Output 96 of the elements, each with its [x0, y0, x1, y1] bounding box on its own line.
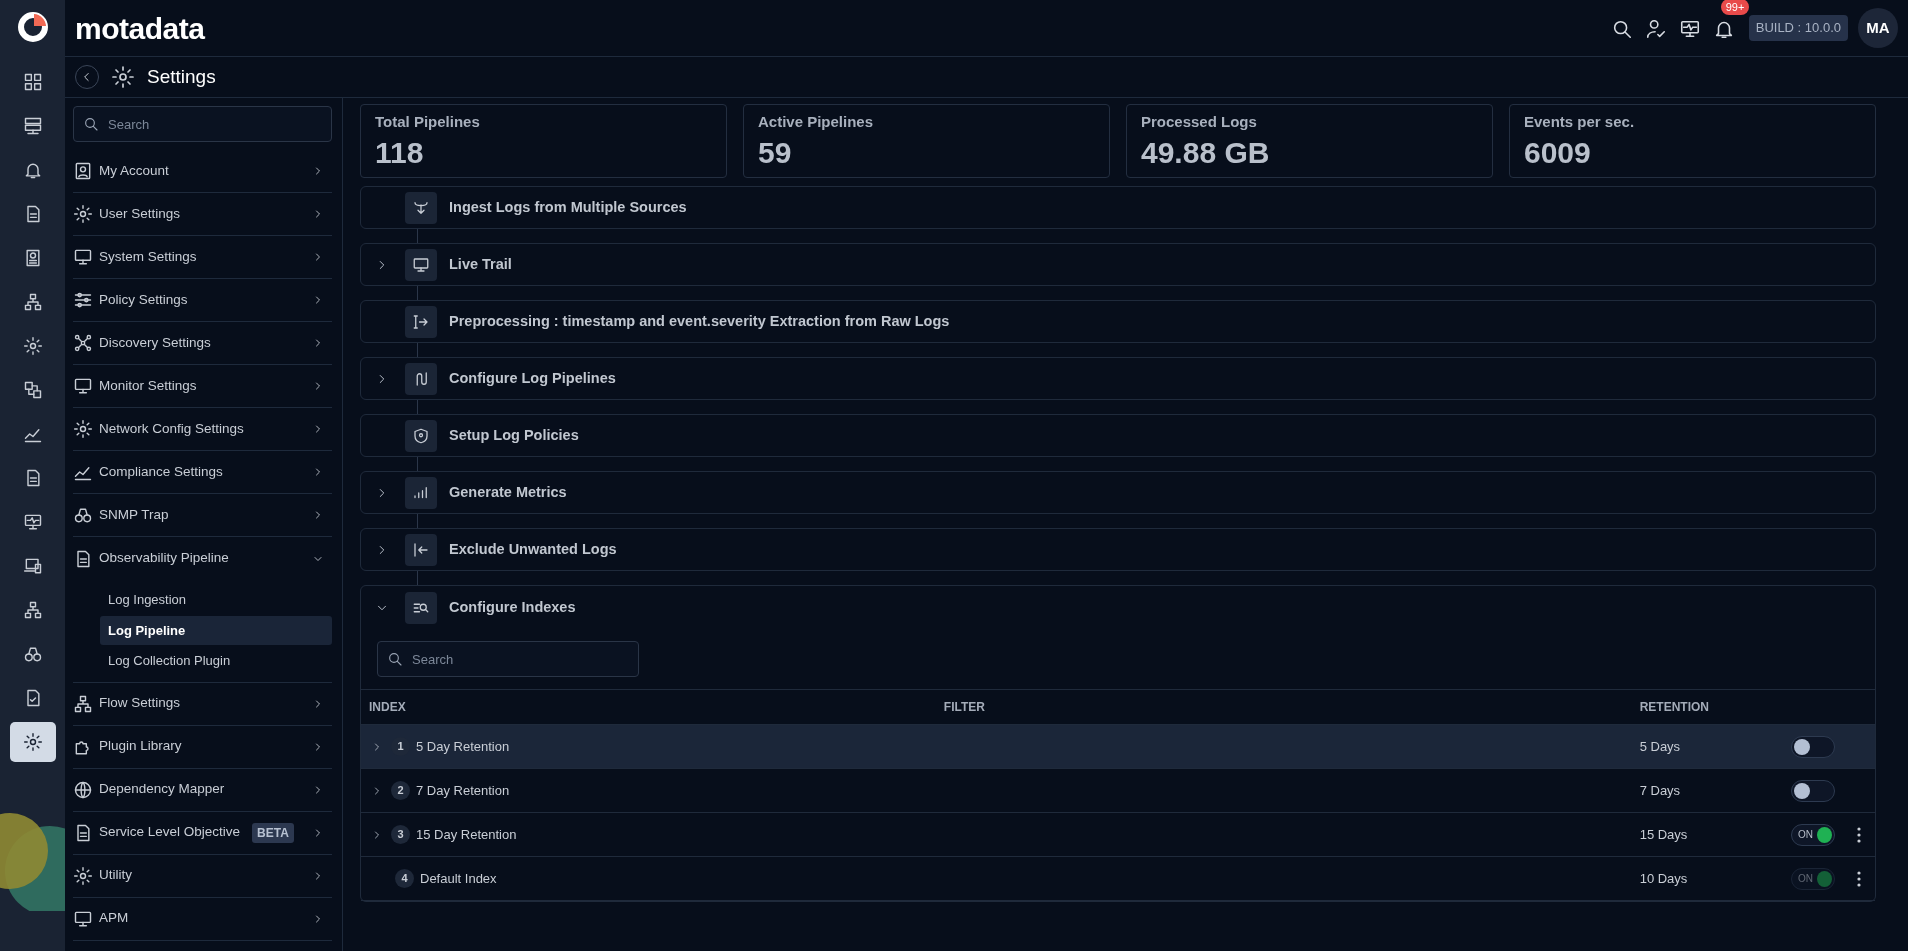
stat-label: Active Pipelines [758, 112, 875, 132]
gear-icon [73, 204, 93, 224]
stat-value: 59 [758, 134, 793, 171]
toggle-switch[interactable] [1791, 779, 1835, 802]
beta-badge: BETA [252, 822, 294, 843]
sidebar-item[interactable]: Service Level Objective BETA [73, 811, 332, 855]
notification-count: 99+ [1720, 0, 1750, 15]
shield-icon [412, 426, 430, 445]
brand-logo: motadata [75, 10, 205, 47]
sidebar-item[interactable]: Plugin Library [73, 725, 332, 769]
search-icon [387, 651, 403, 667]
retention-value: 5 Days [1639, 738, 1681, 754]
sidebar-item[interactable]: Network Config Settings [73, 408, 332, 451]
rail-nav-button[interactable] [9, 722, 56, 762]
index-number: 3 [391, 825, 410, 844]
hierarchy-icon [22, 292, 43, 312]
step-title: Configure Indexes [449, 597, 576, 617]
hierarchy-icon [22, 600, 43, 620]
logo-icon [15, 10, 50, 44]
sidebar-item[interactable]: Flow Settings [73, 682, 332, 726]
binoculars-icon [73, 505, 93, 525]
step-title: Exclude Unwanted Logs [449, 539, 617, 559]
stat-value: 6009 [1524, 134, 1592, 171]
table-row[interactable]: 1 5 Day Retention 5 Days [361, 724, 1875, 769]
sidebar-item[interactable]: Policy Settings [73, 279, 332, 322]
retention-value: 10 Days [1639, 870, 1688, 886]
sliders-icon [73, 290, 93, 310]
flow-icon [22, 380, 43, 400]
table-row[interactable]: 2 7 Day Retention 7 Days [361, 768, 1875, 813]
search-icon [83, 116, 99, 132]
build-version: BUILD : 10.0.0 [1748, 15, 1848, 41]
step-title: Preprocessing : timestamp and event.severity Extraction from Raw Logs [449, 311, 950, 331]
index-name: 15 Day Retention [416, 825, 517, 844]
search-field[interactable]: Search [73, 106, 332, 142]
index-number: 2 [391, 781, 410, 800]
gear-icon [111, 65, 135, 89]
column-header: FILTER [935, 689, 1632, 725]
step-title: Live Trail [449, 254, 512, 274]
stat-value: 118 [375, 134, 425, 171]
search-field[interactable]: Search [377, 641, 639, 677]
user-avatar[interactable]: MA [1858, 8, 1898, 48]
sidebar-item[interactable]: Utility [73, 854, 332, 898]
grid-icon [22, 72, 43, 92]
hierarchy-icon [73, 693, 93, 714]
globe-icon [73, 779, 93, 800]
retention-value: 7 Days [1639, 782, 1681, 798]
step-title: Setup Log Policies [449, 425, 579, 445]
gear-icon [22, 732, 43, 752]
kebab-icon [1857, 827, 1861, 844]
index-name: Default Index [420, 869, 497, 888]
stat-label: Events per sec. [1524, 112, 1636, 132]
toggle-switch[interactable]: ON [1791, 823, 1835, 846]
gear-icon [73, 865, 93, 886]
network-icon [73, 333, 93, 353]
column-header: RETENTION [1631, 689, 1783, 725]
monitor-pulse-icon [22, 512, 43, 532]
sidebar-item[interactable]: Observability Pipeline [73, 537, 332, 580]
table-row[interactable]: 3 15 Day Retention 15 Days ON [361, 812, 1875, 857]
devices-icon [22, 556, 43, 576]
toggle-switch[interactable] [1791, 735, 1835, 758]
page-title: Settings [147, 64, 216, 89]
sidebar-subitem[interactable]: Log Collection Plugin [100, 646, 332, 676]
retention-value: 15 Days [1639, 826, 1688, 842]
sidebar-item[interactable]: Compliance Settings [73, 451, 332, 494]
sidebar-subitem[interactable]: Log Ingestion [100, 585, 332, 615]
index-name: 7 Day Retention [416, 781, 510, 800]
user-check-icon [1644, 17, 1667, 40]
monitor-icon [412, 255, 430, 274]
step-title: Generate Metrics [449, 482, 567, 502]
sidebar-item[interactable]: SNMP Trap [73, 494, 332, 537]
monitor-icon [73, 247, 93, 267]
user-icon [73, 161, 93, 181]
monitor-icon [73, 376, 93, 396]
extract-icon [412, 312, 430, 331]
sidebar-item[interactable]: Dependency Mapper [73, 768, 332, 812]
server-icon [22, 116, 43, 136]
index-name: 5 Day Retention [416, 737, 510, 756]
sidebar-item[interactable]: Monitor Settings [73, 365, 332, 408]
binoculars-icon [22, 644, 43, 664]
stat-label: Processed Logs [1141, 112, 1258, 132]
kebab-icon [1857, 871, 1861, 888]
sidebar-item[interactable]: User Settings [73, 193, 332, 236]
step-title: Configure Log Pipelines [449, 368, 616, 388]
gear-icon [73, 419, 93, 439]
sidebar-item[interactable]: System Settings [73, 236, 332, 279]
column-header: INDEX [361, 689, 936, 725]
sidebar-item[interactable]: APM [73, 897, 332, 941]
sidebar-subitem[interactable]: Log Pipeline [100, 615, 332, 645]
index-number: 4 [395, 869, 414, 888]
sidebar-item[interactable]: My Account [73, 150, 332, 193]
stat-value: 49.88 GB [1141, 134, 1271, 171]
gear-icon [22, 336, 43, 356]
stat-label: Total Pipelines [375, 112, 481, 132]
step-title: Ingest Logs from Multiple Sources [449, 197, 687, 217]
index-number: 1 [391, 737, 410, 756]
sidebar-item[interactable]: Discovery Settings [73, 322, 332, 365]
